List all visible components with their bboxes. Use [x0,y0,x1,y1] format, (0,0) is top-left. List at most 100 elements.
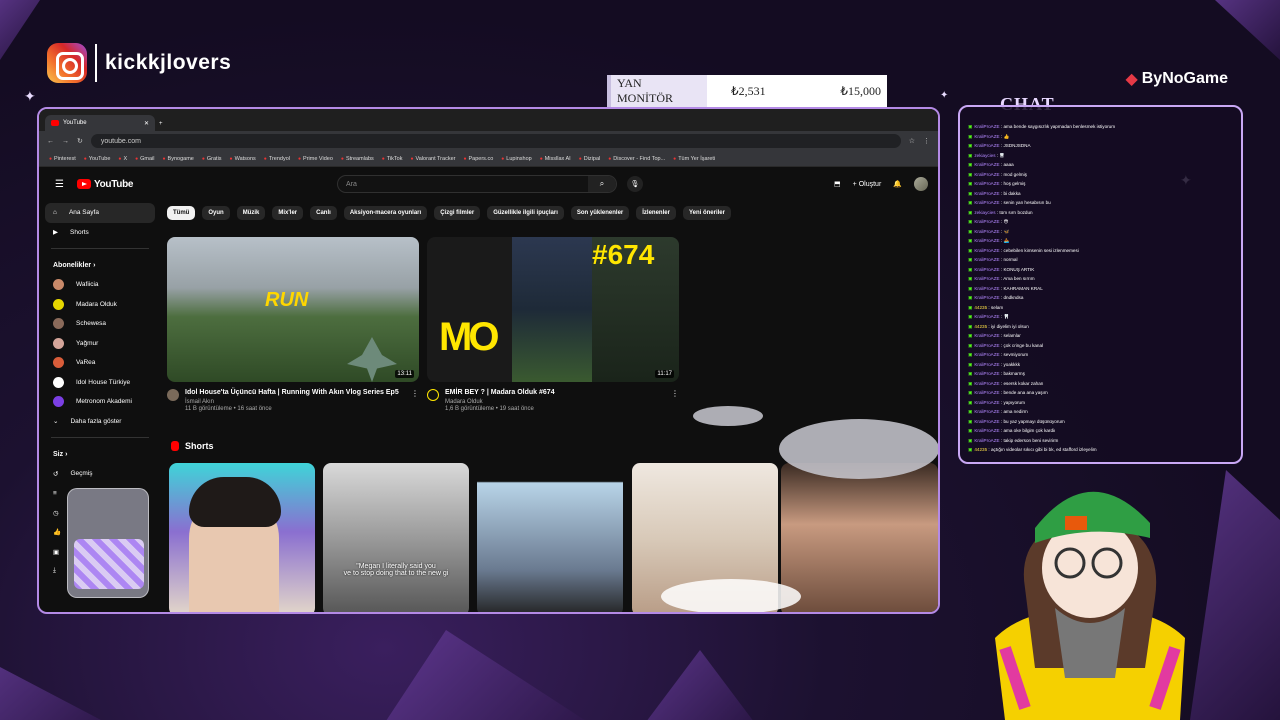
chat-username[interactable]: KraliProAZE [974,134,999,139]
more-icon[interactable]: ⋮ [671,389,679,412]
search-input[interactable]: Ara ⌕ [337,175,617,193]
cast-icon[interactable]: ⬒ [834,180,841,188]
chat-username[interactable]: KraliProAZE [974,390,999,395]
chat-username[interactable]: KraliProAZE [974,409,999,414]
filter-chip[interactable]: Aksiyon-macera oyunları [343,206,428,220]
bookmark-item[interactable]: Streamlabs [341,156,374,162]
chat-username[interactable]: KraliProAZE [974,362,999,367]
chat-username[interactable]: KraliProAZE [974,143,999,148]
channel-avatar[interactable] [167,389,179,401]
chat-username[interactable]: KraliProAZE [974,181,999,186]
short-card[interactable] [781,463,938,612]
more-icon[interactable]: ⋮ [411,389,419,412]
you-header[interactable]: Siz › [45,444,155,464]
youtube-logo[interactable]: YouTube [77,179,134,190]
filter-chip[interactable]: Oyun [202,206,230,220]
tab-youtube[interactable]: YouTube ✕ [45,115,155,131]
chat-username[interactable]: KraliProAZE [974,257,999,262]
bookmark-item[interactable]: Pinterest [49,156,76,162]
bookmark-item[interactable]: Missllax AI [540,156,571,162]
sidebar-item-history[interactable]: ↺ Geçmiş [45,464,155,484]
chat-username[interactable]: 44235 [974,324,987,329]
bookmark-item[interactable]: Bynogame [163,156,194,162]
channel-avatar[interactable] [427,389,439,401]
chat-username[interactable]: 44235 [974,447,987,452]
sidebar-item-subscription[interactable]: Idol House Türkiye [45,373,155,393]
chat-username[interactable]: KraliProAZE [974,124,999,129]
chat-username[interactable]: KraliProAZE [974,381,999,386]
filter-chip[interactable]: Canlı [310,206,337,220]
sidebar-item-home[interactable]: ⌂ Ana Sayfa [45,203,155,223]
chat-username[interactable]: 44235 [974,305,987,310]
sidebar-item-subscription[interactable]: Metronom Akademi [45,392,155,412]
url-field[interactable]: youtube.com [90,134,901,148]
sidebar-item-subscription[interactable]: Wafiicia [45,275,155,295]
sidebar-item-subscription[interactable]: Madara Olduk [45,295,155,315]
filter-chip[interactable]: Müzik [236,206,266,220]
sidebar-item-subscription[interactable]: Schewesa [45,314,155,334]
forward-icon[interactable]: → [62,138,69,145]
video-title[interactable]: EMİR BEY ? | Madara Olduk #674 [445,389,555,397]
bookmark-item[interactable]: Gratis [202,156,222,162]
chat-username[interactable]: KraliProAZE [974,238,999,243]
bookmark-item[interactable]: Tüm Yer İşareti [673,156,715,162]
bookmark-item[interactable]: Prime Video [298,156,333,162]
short-card[interactable] [477,463,623,612]
bookmark-item[interactable]: Trendyol [264,156,290,162]
chat-username[interactable]: KraliProAZE [974,200,999,205]
create-button[interactable]: + Oluştur [853,181,882,188]
sidebar-item-subscription[interactable]: Yağmur [45,334,155,354]
bookmark-item[interactable]: Watsons [230,156,256,162]
chat-username[interactable]: zekiaycies [974,210,995,215]
video-card[interactable]: MO #674 11:17 EMİR BEY ? | Madara Olduk … [427,237,679,412]
chat-username[interactable]: KraliProAZE [974,219,999,224]
star-icon[interactable]: ☆ [909,137,915,145]
filter-chip[interactable]: Çizgi filmler [434,206,481,220]
menu-icon[interactable]: ⋮ [923,137,930,145]
bookmark-item[interactable]: TikTok [382,156,403,162]
avatar[interactable] [914,177,928,191]
sidebar-item-shorts[interactable]: ▶ Shorts [45,223,155,243]
chat-username[interactable]: KraliProAZE [974,286,999,291]
video-channel[interactable]: İsmail Akın [185,399,399,405]
bookmark-item[interactable]: Valorant Tracker [410,156,456,162]
chat-username[interactable]: KraliProAZE [974,248,999,253]
bookmark-item[interactable]: YouTube [84,156,111,162]
close-icon[interactable]: ✕ [144,120,149,127]
chat-username[interactable]: KraliProAZE [974,428,999,433]
search-icon[interactable]: ⌕ [588,176,616,192]
show-more-button[interactable]: ⌄ Daha fazla göster [45,412,155,432]
filter-chip[interactable]: İzlenenler [636,206,676,220]
bookmark-item[interactable]: Lupinshop [501,156,531,162]
chat-username[interactable]: zekiaycies [974,153,995,158]
video-thumbnail[interactable]: RUN 13:11 [167,237,419,382]
short-card[interactable]: "Megan I literally said you ve to stop d… [323,463,469,612]
chat-username[interactable]: KraliProAZE [974,438,999,443]
bookmark-item[interactable]: Papers.co [463,156,494,162]
video-thumbnail[interactable]: MO #674 11:17 [427,237,679,382]
bell-icon[interactable]: 🔔 [893,180,902,188]
video-title[interactable]: Idol House'ta Üçüncü Hafta | Running Wit… [185,389,399,397]
back-icon[interactable]: ← [47,138,54,145]
chat-username[interactable]: KraliProAZE [974,172,999,177]
filter-chip[interactable]: Yeni öneriler [682,206,731,220]
bookmark-item[interactable]: X [118,156,127,162]
filter-chip[interactable]: Son yüklenenler [570,206,630,220]
chat-username[interactable]: KraliProAZE [974,371,999,376]
sidebar-item-subscription[interactable]: VaRea [45,353,155,373]
filter-chip[interactable]: Tümü [167,206,196,220]
hamburger-icon[interactable]: ☰ [55,179,64,190]
chat-username[interactable]: KraliProAZE [974,419,999,424]
chat-username[interactable]: KraliProAZE [974,162,999,167]
mic-icon[interactable]: 🎙 [627,176,643,192]
reload-icon[interactable]: ↻ [77,137,83,145]
chat-username[interactable]: KraliProAZE [974,276,999,281]
short-card[interactable] [169,463,315,612]
video-channel[interactable]: Madara Olduk [445,399,555,405]
chat-username[interactable]: KraliProAZE [974,352,999,357]
chat-username[interactable]: KraliProAZE [974,295,999,300]
chat-username[interactable]: KraliProAZE [974,191,999,196]
chat-username[interactable]: KraliProAZE [974,333,999,338]
chat-username[interactable]: KraliProAZE [974,400,999,405]
filter-chip[interactable]: Güzellikle ilgili ipuçları [487,206,564,220]
